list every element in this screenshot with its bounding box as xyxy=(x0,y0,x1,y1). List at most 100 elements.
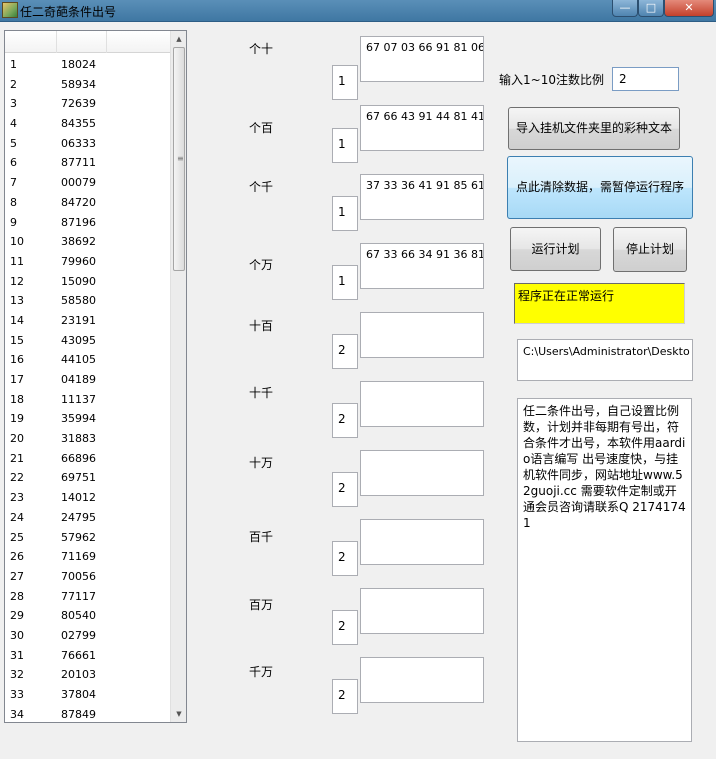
position-count-input[interactable]: 1 xyxy=(332,128,358,163)
run-plan-button[interactable]: 运行计划 xyxy=(510,227,601,271)
position-numbers-field[interactable]: 37 33 36 41 91 85 61 8 xyxy=(360,174,484,220)
position-numbers-field[interactable] xyxy=(360,312,484,358)
list-item[interactable]: 18 11137 xyxy=(5,390,172,410)
position-count-input[interactable]: 1 xyxy=(332,196,358,231)
list-item-index: 4 xyxy=(10,117,17,131)
position-numbers-field[interactable] xyxy=(360,519,484,565)
list-item[interactable]: 26 71169 xyxy=(5,547,172,567)
list-item[interactable]: 27 70056 xyxy=(5,567,172,587)
number-list[interactable]: 1 18024 2 58934 3 72639 4 84355 5 06333 6 87711 7 000… xyxy=(4,30,187,723)
list-item[interactable]: 14 23191 xyxy=(5,311,172,331)
list-item-number: 04189 xyxy=(61,373,96,386)
list-item[interactable]: 5 06333 xyxy=(5,134,172,154)
position-label: 个万 xyxy=(249,258,274,272)
list-item[interactable]: 9 87196 xyxy=(5,213,172,233)
position-label: 个百 xyxy=(249,121,274,135)
position-numbers-field[interactable]: 67 66 43 91 44 81 41 4. xyxy=(360,105,484,151)
ratio-input[interactable]: 2 xyxy=(612,67,679,91)
list-item[interactable]: 31 76661 xyxy=(5,646,172,666)
list-item[interactable]: 10 38692 xyxy=(5,232,172,252)
list-item[interactable]: 12 15090 xyxy=(5,272,172,292)
list-header xyxy=(5,31,172,53)
list-item[interactable]: 33 37804 xyxy=(5,685,172,705)
list-item[interactable]: 22 69751 xyxy=(5,468,172,488)
position-numbers-field[interactable] xyxy=(360,450,484,496)
position-count-input[interactable]: 2 xyxy=(332,679,358,714)
list-item-index: 7 xyxy=(10,176,17,190)
scroll-up-icon[interactable]: ▲ xyxy=(171,31,186,47)
list-item[interactable]: 2 58934 xyxy=(5,75,172,95)
scroll-thumb[interactable]: ≡ xyxy=(173,47,185,271)
position-numbers-field[interactable] xyxy=(360,657,484,703)
list-item[interactable]: 17 04189 xyxy=(5,370,172,390)
list-item[interactable]: 3 72639 xyxy=(5,94,172,114)
position-count-input[interactable]: 2 xyxy=(332,610,358,645)
list-item-index: 2 xyxy=(10,77,17,91)
list-item-index: 14 xyxy=(10,313,24,327)
list-item[interactable]: 13 58580 xyxy=(5,291,172,311)
list-item-index: 11 xyxy=(10,254,24,268)
list-item[interactable]: 8 84720 xyxy=(5,193,172,213)
position-count-input[interactable]: 2 xyxy=(332,472,358,507)
list-item[interactable]: 6 87711 xyxy=(5,153,172,173)
list-item[interactable]: 20 31883 xyxy=(5,429,172,449)
close-button[interactable]: ✕ xyxy=(664,0,714,17)
list-item-number: 02799 xyxy=(61,628,96,642)
list-item-index: 10 xyxy=(10,235,24,249)
position-numbers-field[interactable] xyxy=(360,381,484,427)
position-count-input[interactable]: 2 xyxy=(332,334,358,369)
position-count-input[interactable]: 2 xyxy=(332,541,358,576)
list-item[interactable]: 19 35994 xyxy=(5,409,172,429)
list-item-number: 79960 xyxy=(61,254,96,268)
list-item-number: 18024 xyxy=(61,58,96,71)
list-item[interactable]: 23 14012 xyxy=(5,488,172,508)
clear-data-button[interactable]: 点此清除数据，需暂停运行程序 xyxy=(507,156,693,219)
minimize-button[interactable]: — xyxy=(612,0,638,17)
list-item[interactable]: 21 66896 xyxy=(5,449,172,469)
scroll-down-icon[interactable]: ▼ xyxy=(171,706,186,722)
position-numbers-field[interactable]: 67 07 03 66 91 81 06 0. xyxy=(360,36,484,82)
list-item-number: 69751 xyxy=(61,471,96,485)
list-item-number: 80540 xyxy=(61,609,96,623)
list-item[interactable]: 1 18024 xyxy=(5,55,172,75)
list-item[interactable]: 15 43095 xyxy=(5,331,172,351)
path-field[interactable]: C:\Users\Administrator\Deskto xyxy=(517,339,693,381)
stop-plan-button[interactable]: 停止计划 xyxy=(613,227,687,272)
list-item-number: 35994 xyxy=(61,412,96,426)
list-item[interactable]: 24 24795 xyxy=(5,508,172,528)
position-numbers-field[interactable] xyxy=(360,588,484,634)
list-item-number: 38692 xyxy=(61,235,96,249)
list-item-index: 19 xyxy=(10,412,24,426)
list-item[interactable]: 30 02799 xyxy=(5,626,172,646)
list-item[interactable]: 32 20103 xyxy=(5,665,172,685)
list-item-number: 87711 xyxy=(61,156,96,170)
list-item-index: 34 xyxy=(10,707,24,721)
list-header-col-index[interactable] xyxy=(5,31,57,53)
list-item[interactable]: 25 57962 xyxy=(5,528,172,548)
list-item[interactable]: 29 80540 xyxy=(5,606,172,626)
list-item-index: 28 xyxy=(10,589,24,603)
list-header-col-number[interactable] xyxy=(57,31,107,53)
list-item[interactable]: 34 87849 xyxy=(5,705,172,722)
position-count-input[interactable]: 2 xyxy=(332,403,358,438)
position-numbers-field[interactable]: 67 33 66 34 91 36 81 3. xyxy=(360,243,484,289)
list-item[interactable]: 11 79960 xyxy=(5,252,172,272)
list-item-number: 06333 xyxy=(61,136,96,150)
position-label: 百万 xyxy=(249,598,274,612)
position-label: 千万 xyxy=(249,665,274,679)
list-scrollbar[interactable]: ▲ ≡ ▼ xyxy=(170,31,186,722)
list-item-number: 87849 xyxy=(61,707,96,721)
maximize-button[interactable]: □ xyxy=(638,0,664,17)
list-item[interactable]: 4 84355 xyxy=(5,114,172,134)
import-text-button[interactable]: 导入挂机文件夹里的彩种文本 xyxy=(508,107,680,150)
info-textarea[interactable]: 任二条件出号，自己设置比例数，计划并非每期有号出，符合条件才出号，本软件用aar… xyxy=(517,398,692,742)
list-item-index: 20 xyxy=(10,432,24,446)
list-item[interactable]: 28 77117 xyxy=(5,587,172,607)
list-item-number: 37804 xyxy=(61,688,96,701)
position-count-input[interactable]: 1 xyxy=(332,265,358,300)
list-item-index: 24 xyxy=(10,510,24,524)
position-count-input[interactable]: 1 xyxy=(332,65,358,100)
list-item[interactable]: 7 00079 xyxy=(5,173,172,193)
list-item[interactable]: 16 44105 xyxy=(5,350,172,370)
list-item-number: 58934 xyxy=(61,77,96,91)
